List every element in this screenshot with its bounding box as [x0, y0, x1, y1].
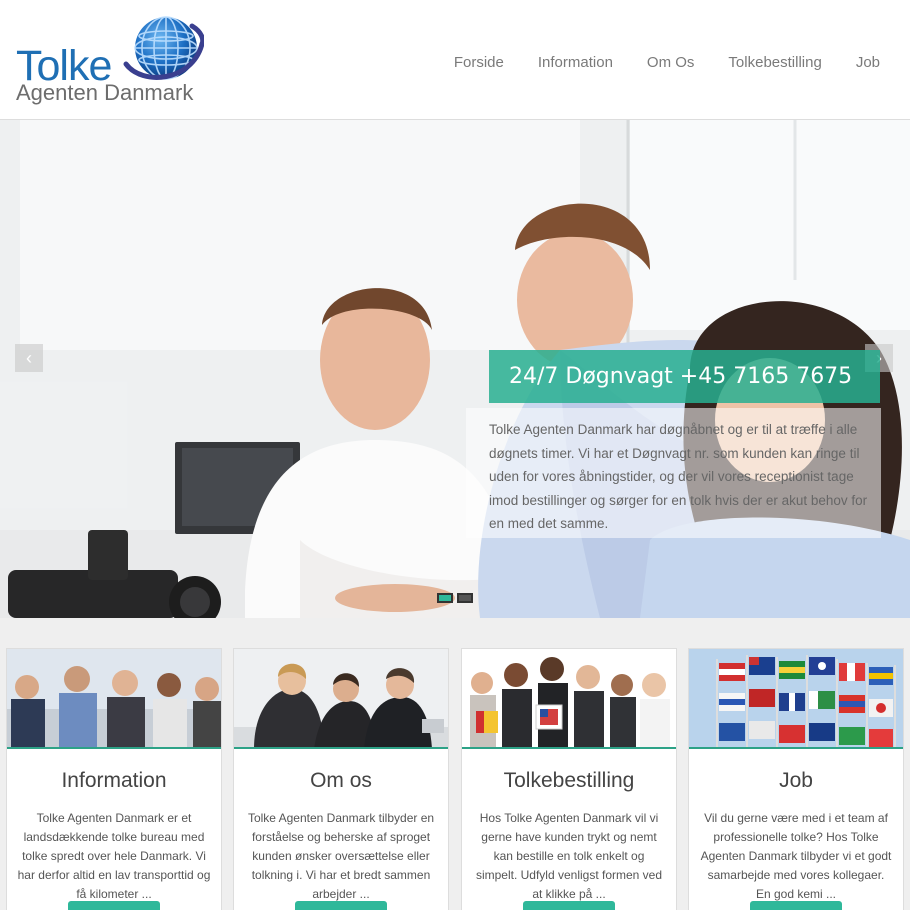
card-om-os: Om os Tolke Agenten Danmark tilbyder en …: [233, 648, 449, 910]
slider-prev-button[interactable]: ‹: [15, 344, 43, 372]
read-more-button[interactable]: [523, 901, 615, 910]
card-title: Tolkebestilling: [503, 769, 635, 792]
card-tolkebestilling: Tolkebestilling Hos Tolke Agenten Danmar…: [461, 648, 677, 910]
feature-cards: Information Tolke Agenten Danmark er et …: [6, 648, 904, 910]
read-more-button[interactable]: [750, 901, 842, 910]
card-image-office: [234, 649, 448, 749]
card-text: Tolke Agenten Danmark tilbyder en forstå…: [247, 811, 435, 901]
nav-item-job[interactable]: Job: [839, 52, 896, 73]
chevron-left-icon: ‹: [26, 348, 32, 368]
nav-item-forside[interactable]: Forside: [437, 52, 521, 73]
card-text: Tolke Agenten Danmark er et landsdækkend…: [17, 811, 211, 901]
site-logo[interactable]: Tolke Agenten Danmark: [14, 14, 214, 106]
card-text: Vil du gerne være med i et team af profe…: [700, 811, 892, 901]
card-job: Job Vil du gerne være med i et team af p…: [688, 648, 904, 910]
card-image-team-flags: [462, 649, 676, 749]
card-information: Information Tolke Agenten Danmark er et …: [6, 648, 222, 910]
main-nav: Forside Information Om Os Tolkebestillin…: [437, 52, 896, 73]
hero-caption-text: Tolke Agenten Danmark har døgnåbnet og e…: [466, 408, 881, 538]
nav-item-om-os[interactable]: Om Os: [630, 52, 712, 73]
read-more-button[interactable]: [295, 901, 387, 910]
nav-item-tolkebestilling[interactable]: Tolkebestilling: [711, 52, 838, 73]
slider-dot-1[interactable]: [437, 593, 453, 603]
nav-item-information[interactable]: Information: [521, 52, 630, 73]
read-more-button[interactable]: [68, 901, 160, 910]
hero-slider: ‹ › 24/7 Døgnvagt +45 7165 7675 Tolke Ag…: [0, 120, 910, 618]
hero-caption-title: 24/7 Døgnvagt +45 7165 7675: [489, 350, 880, 403]
globe-icon: [123, 16, 204, 80]
logo-name-line2: Agenten Danmark: [16, 80, 194, 105]
site-header: Tolke Agenten Danmark Forside Informatio…: [0, 0, 910, 120]
card-title: Job: [779, 769, 813, 792]
card-image-flags: [689, 649, 903, 749]
card-text: Hos Tolke Agenten Danmark vil vi gerne h…: [475, 811, 663, 901]
slider-dot-2[interactable]: [457, 593, 473, 603]
card-title: Information: [61, 769, 167, 792]
card-image-meeting: [7, 649, 221, 749]
slider-indicators: [437, 593, 473, 603]
card-title: Om os: [310, 769, 372, 792]
